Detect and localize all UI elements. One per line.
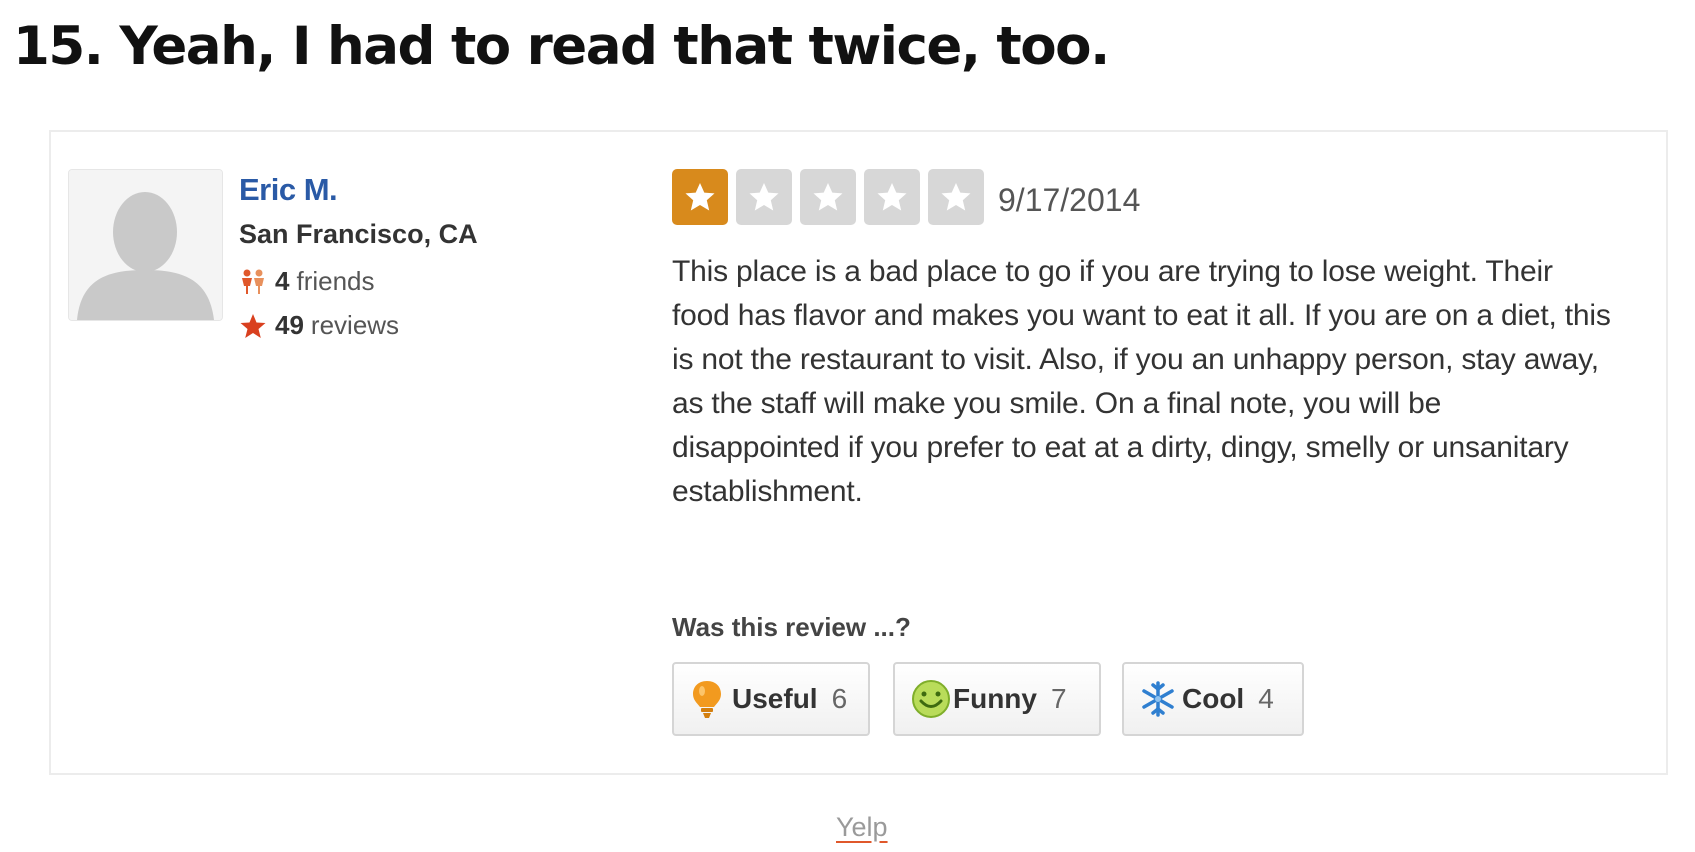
star-icon bbox=[239, 312, 267, 340]
rating-star-empty bbox=[928, 169, 984, 225]
source-link[interactable]: Yelp bbox=[836, 812, 888, 843]
rating-star-empty bbox=[800, 169, 856, 225]
review-card: Eric M. San Francisco, CA 4 friends 49 r… bbox=[49, 130, 1668, 775]
reviews-stat: 49 reviews bbox=[239, 310, 399, 341]
funny-count: 7 bbox=[1051, 683, 1067, 714]
user-location: San Francisco, CA bbox=[239, 219, 478, 249]
star-icon bbox=[749, 183, 779, 211]
smiley-icon bbox=[911, 679, 950, 719]
star-icon bbox=[941, 183, 971, 211]
article-heading: 15. Yeah, I had to read that twice, too. bbox=[13, 16, 1110, 77]
rating-star-empty bbox=[736, 169, 792, 225]
review-date: 9/17/2014 bbox=[998, 182, 1141, 218]
star-rating bbox=[672, 169, 984, 225]
default-user-silhouette-icon bbox=[69, 170, 222, 320]
friends-icon bbox=[239, 268, 267, 296]
friends-label: friends bbox=[296, 266, 375, 296]
useful-button[interactable]: Useful 6 bbox=[672, 662, 870, 736]
rating-star-filled bbox=[672, 169, 728, 225]
star-icon bbox=[877, 183, 907, 211]
reviews-label: reviews bbox=[310, 310, 400, 340]
cool-button[interactable]: Cool 4 bbox=[1122, 662, 1304, 736]
funny-button[interactable]: Funny 7 bbox=[893, 662, 1101, 736]
avatar[interactable] bbox=[68, 169, 223, 321]
snowflake-icon bbox=[1140, 679, 1174, 719]
lightbulb-icon bbox=[690, 679, 724, 719]
rating-star-empty bbox=[864, 169, 920, 225]
star-icon bbox=[813, 183, 843, 211]
cool-label: Cool bbox=[1182, 683, 1245, 714]
star-icon bbox=[685, 183, 715, 211]
reviews-count: 49 bbox=[275, 310, 304, 340]
funny-label: Funny bbox=[953, 683, 1037, 714]
useful-count: 6 bbox=[831, 683, 848, 714]
review-text: This place is a bad place to go if you a… bbox=[672, 255, 1611, 508]
friends-stat: 4 friends bbox=[239, 266, 375, 297]
cool-count: 4 bbox=[1258, 683, 1274, 714]
friends-count: 4 bbox=[275, 266, 290, 296]
votes-prompt: Was this review ...? bbox=[672, 612, 911, 642]
user-name-link[interactable]: Eric M. bbox=[239, 172, 338, 208]
useful-label: Useful bbox=[732, 683, 818, 714]
